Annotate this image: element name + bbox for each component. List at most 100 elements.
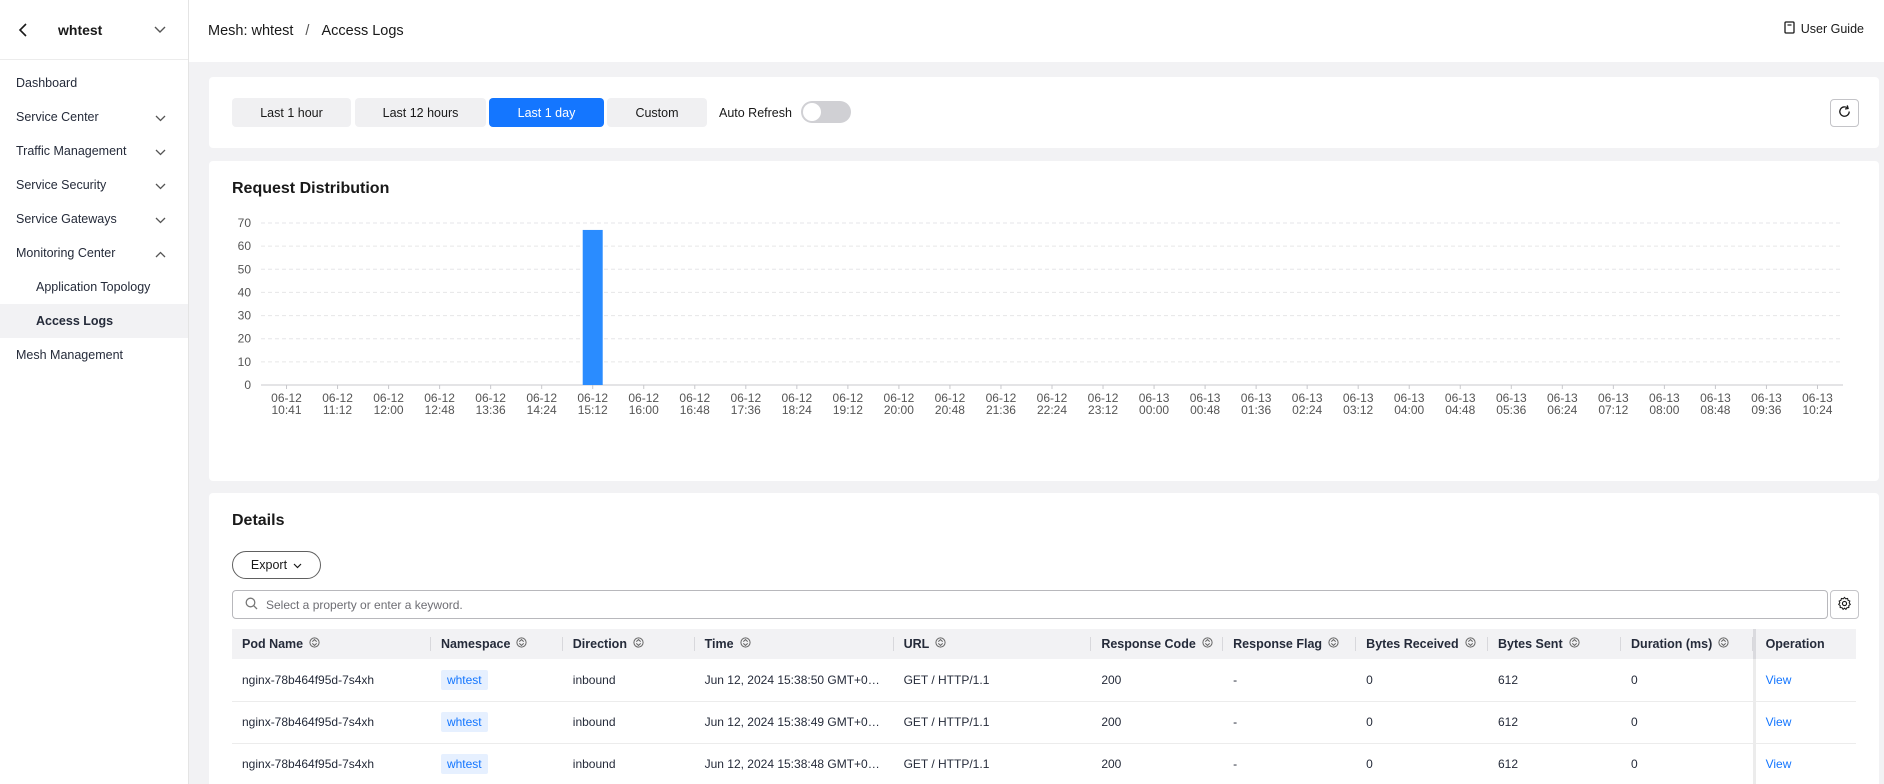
direction-cell: inbound [562,659,695,702]
cell-text: inbound [572,715,616,729]
url-cell: GET / HTTP/1.1 [893,659,1092,702]
sidebar-item-label: Monitoring Center [16,246,116,260]
time-cell: Jun 12, 2024 15:38:48 GMT+0… [694,743,894,784]
sidebar-item-label: Application Topology [36,280,151,294]
column-header-duration-ms[interactable]: Duration (ms) [1621,629,1755,659]
sort-icon[interactable] [1328,637,1339,651]
response-code-cell: 200 [1091,701,1224,744]
y-tick-label: 50 [238,262,252,276]
x-tick-label-time: 15:12 [578,403,608,417]
cell-text: 612 [1498,757,1519,771]
filter-custom[interactable]: Custom [607,98,707,127]
column-header-bytes-received[interactable]: Bytes Received [1356,629,1488,659]
table-settings-button[interactable] [1830,590,1859,619]
y-tick-label: 20 [238,332,252,346]
bytes-sent-cell: 612 [1488,659,1622,702]
sort-icon[interactable] [1202,637,1213,651]
sort-icon[interactable] [1718,637,1729,651]
sort-icon[interactable] [633,637,644,651]
column-header-label: Bytes Received [1366,636,1459,651]
sidebar-item-monitoring-center[interactable]: Monitoring Center [0,236,188,270]
column-header-bytes-sent[interactable]: Bytes Sent [1488,629,1622,659]
cell-text: inbound [572,757,616,771]
sidebar-item-mesh-management[interactable]: Mesh Management [0,338,188,372]
column-header-response-flag[interactable]: Response Flag [1223,629,1357,659]
x-tick-label-time: 16:48 [680,403,710,417]
refresh-button[interactable] [1830,99,1859,127]
cell-text: Jun 12, 2024 15:38:49 GMT+0… [704,715,880,729]
chart-bar[interactable] [582,229,603,385]
cell-text: - [1233,715,1238,729]
column-header-label: Namespace [440,636,511,651]
table-header-row: Pod Name Namespace Direction Time URL Respons… [232,629,1856,659]
x-tick-label-time: 01:36 [1241,403,1271,417]
column-header-url[interactable]: URL [893,629,1092,659]
bytes-sent-cell: 612 [1488,743,1622,784]
sidebar-item-access-logs[interactable]: Access Logs [0,304,188,338]
x-tick-label-time: 10:41 [272,403,302,417]
x-tick-label-time: 06:24 [1547,403,1577,417]
sidebar-item-dashboard[interactable]: Dashboard [0,66,188,100]
x-tick-label-time: 09:36 [1751,403,1781,417]
x-tick-label-time: 05:36 [1496,403,1526,417]
y-tick-label: 70 [238,216,252,230]
sort-icon[interactable] [935,637,946,651]
sort-icon[interactable] [1569,637,1580,651]
auto-refresh-label: Auto Refresh [719,106,792,120]
x-tick-label-time: 07:12 [1598,403,1628,417]
x-tick-label-time: 20:48 [935,403,965,417]
cell-text: 612 [1498,715,1519,729]
x-tick-label-time: 11:12 [323,403,352,417]
sort-icon[interactable] [739,637,751,651]
time-cell: Jun 12, 2024 15:38:50 GMT+0… [694,659,894,702]
time-cell: Jun 12, 2024 15:38:49 GMT+0… [694,701,894,744]
back-icon[interactable] [14,21,32,39]
column-header-label: Response Flag [1233,636,1323,651]
view-link[interactable]: View [1766,715,1792,729]
sort-icon[interactable] [1464,637,1476,651]
filter-last-1-day[interactable]: Last 1 day [489,98,604,127]
namespace-cell: whtest [430,659,563,702]
x-tick-label-time: 19:12 [833,403,863,417]
column-header-namespace[interactable]: Namespace [430,629,563,659]
column-header-time[interactable]: Time [694,629,894,659]
cell-text: GET / HTTP/1.1 [903,672,990,687]
sidebar-item-service-gateways[interactable]: Service Gateways [0,202,188,236]
mesh-switch-chevron-down-icon[interactable] [154,22,166,37]
filter-last-12-hours[interactable]: Last 12 hours [355,98,486,127]
cell-text: 0 [1366,715,1373,729]
chevron-down-icon [155,111,166,125]
filter-last-1-hour[interactable]: Last 1 hour [232,98,351,127]
view-link[interactable]: View [1766,757,1792,771]
sidebar-item-service-security[interactable]: Service Security [0,168,188,202]
sort-icon[interactable] [516,637,528,651]
column-header-pod-name[interactable]: Pod Name [232,629,431,659]
y-tick-label: 0 [244,378,251,392]
breadcrumb-mesh[interactable]: Mesh: whtest [208,23,293,39]
x-tick-label-time: 13:36 [476,403,506,417]
time-filter-card: Last 1 hour Last 12 hours Last 1 day Cus… [209,77,1879,148]
namespace-tag: whtest [440,669,488,690]
cell-text: 200 [1101,672,1122,687]
column-header-label: URL [903,636,930,651]
search-input[interactable] [266,597,1827,612]
column-header-direction[interactable]: Direction [562,629,695,659]
sidebar-item-traffic-management[interactable]: Traffic Management [0,134,188,168]
cell-text: 612 [1498,672,1519,687]
sidebar-item-service-center[interactable]: Service Center [0,100,188,134]
request-distribution-chart: 01020304050607006-1210:4106-1211:1206-12… [238,216,1843,417]
chevron-up-icon [155,247,166,261]
view-link[interactable]: View [1766,673,1792,687]
duration-cell: 0 [1621,701,1755,744]
cell-text: GET / HTTP/1.1 [903,715,990,729]
gear-icon [1837,596,1852,614]
namespace-cell: whtest [430,701,563,744]
column-header-response-code[interactable]: Response Code [1091,629,1224,659]
auto-refresh-toggle[interactable] [801,101,851,123]
user-guide-link[interactable]: User Guide [1784,21,1864,37]
cell-text: - [1233,757,1238,771]
sort-icon[interactable] [309,637,320,651]
sidebar-item-application-topology[interactable]: Application Topology [0,270,188,304]
export-button[interactable]: Export [232,551,321,579]
x-tick-label-time: 22:24 [1037,403,1067,417]
